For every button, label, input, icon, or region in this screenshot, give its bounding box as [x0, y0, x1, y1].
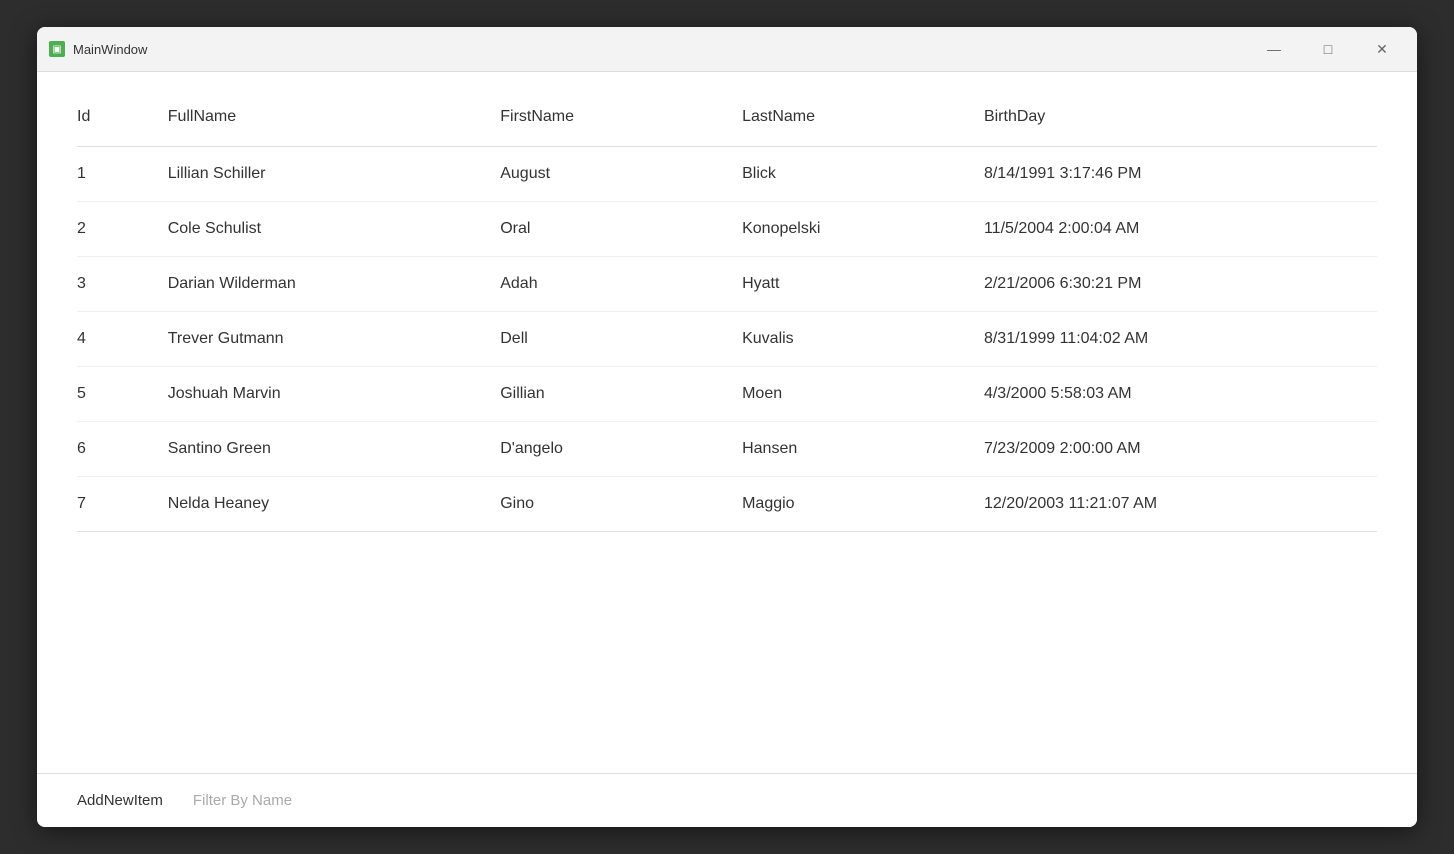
col-header-fullname: FullName — [168, 92, 501, 147]
cell-birthday-3: 8/31/1999 11:04:02 AM — [984, 312, 1377, 367]
cell-id-6: 7 — [77, 477, 168, 532]
cell-fullname-1: Cole Schulist — [168, 202, 501, 257]
table-row[interactable]: 5Joshuah MarvinGillianMoen4/3/2000 5:58:… — [77, 367, 1377, 422]
cell-id-2: 3 — [77, 257, 168, 312]
cell-firstname-4: Gillian — [500, 367, 742, 422]
cell-fullname-5: Santino Green — [168, 422, 501, 477]
cell-firstname-6: Gino — [500, 477, 742, 532]
cell-birthday-1: 11/5/2004 2:00:04 AM — [984, 202, 1377, 257]
cell-lastname-0: Blick — [742, 147, 984, 202]
col-header-lastname: LastName — [742, 92, 984, 147]
table-row[interactable]: 4Trever GutmannDellKuvalis8/31/1999 11:0… — [77, 312, 1377, 367]
maximize-button[interactable]: □ — [1305, 35, 1351, 63]
cell-fullname-4: Joshuah Marvin — [168, 367, 501, 422]
title-bar: ▣ MainWindow — □ ✕ — [37, 27, 1417, 72]
cell-birthday-4: 4/3/2000 5:58:03 AM — [984, 367, 1377, 422]
cell-firstname-1: Oral — [500, 202, 742, 257]
col-header-id: Id — [77, 92, 168, 147]
close-button[interactable]: ✕ — [1359, 35, 1405, 63]
cell-birthday-6: 12/20/2003 11:21:07 AM — [984, 477, 1377, 532]
footer: AddNewItem Filter By Name — [37, 773, 1417, 827]
table-row[interactable]: 1Lillian SchillerAugustBlick8/14/1991 3:… — [77, 147, 1377, 202]
title-bar-controls: — □ ✕ — [1251, 35, 1405, 63]
cell-id-0: 1 — [77, 147, 168, 202]
cell-birthday-2: 2/21/2006 6:30:21 PM — [984, 257, 1377, 312]
cell-lastname-3: Kuvalis — [742, 312, 984, 367]
content-area: Id FullName FirstName LastName BirthDay … — [37, 72, 1417, 773]
table-header: Id FullName FirstName LastName BirthDay — [77, 92, 1377, 147]
table-row[interactable]: 7Nelda HeaneyGinoMaggio12/20/2003 11:21:… — [77, 477, 1377, 532]
header-row: Id FullName FirstName LastName BirthDay — [77, 92, 1377, 147]
table-body: 1Lillian SchillerAugustBlick8/14/1991 3:… — [77, 147, 1377, 532]
cell-lastname-4: Moen — [742, 367, 984, 422]
table-row[interactable]: 2Cole SchulistOralKonopelski11/5/2004 2:… — [77, 202, 1377, 257]
cell-lastname-2: Hyatt — [742, 257, 984, 312]
cell-firstname-2: Adah — [500, 257, 742, 312]
cell-fullname-3: Trever Gutmann — [168, 312, 501, 367]
cell-firstname-5: D'angelo — [500, 422, 742, 477]
cell-id-1: 2 — [77, 202, 168, 257]
filter-by-name-button[interactable]: Filter By Name — [193, 788, 292, 813]
cell-birthday-0: 8/14/1991 3:17:46 PM — [984, 147, 1377, 202]
window-title: MainWindow — [73, 42, 147, 57]
minimize-button[interactable]: — — [1251, 35, 1297, 63]
col-header-birthday: BirthDay — [984, 92, 1377, 147]
cell-firstname-0: August — [500, 147, 742, 202]
table-row[interactable]: 3Darian WildermanAdahHyatt2/21/2006 6:30… — [77, 257, 1377, 312]
window-icon: ▣ — [49, 41, 65, 57]
cell-id-5: 6 — [77, 422, 168, 477]
cell-id-4: 5 — [77, 367, 168, 422]
cell-firstname-3: Dell — [500, 312, 742, 367]
table-row[interactable]: 6Santino GreenD'angeloHansen7/23/2009 2:… — [77, 422, 1377, 477]
data-table: Id FullName FirstName LastName BirthDay … — [77, 92, 1377, 532]
cell-fullname-2: Darian Wilderman — [168, 257, 501, 312]
cell-fullname-0: Lillian Schiller — [168, 147, 501, 202]
cell-id-3: 4 — [77, 312, 168, 367]
cell-lastname-1: Konopelski — [742, 202, 984, 257]
main-window: ▣ MainWindow — □ ✕ Id FullName FirstName… — [37, 27, 1417, 827]
add-new-item-button[interactable]: AddNewItem — [77, 788, 163, 813]
cell-lastname-5: Hansen — [742, 422, 984, 477]
title-bar-left: ▣ MainWindow — [49, 41, 147, 57]
col-header-firstname: FirstName — [500, 92, 742, 147]
cell-lastname-6: Maggio — [742, 477, 984, 532]
cell-fullname-6: Nelda Heaney — [168, 477, 501, 532]
cell-birthday-5: 7/23/2009 2:00:00 AM — [984, 422, 1377, 477]
